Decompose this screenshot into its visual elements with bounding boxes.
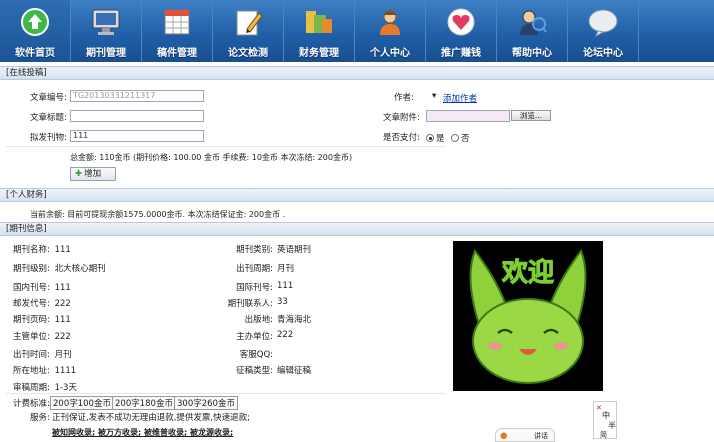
section-title: [个人财务]	[6, 190, 47, 200]
sponsor-label: 主办单位:	[236, 332, 273, 342]
contact-value: 33	[277, 297, 288, 307]
journal-name-row: 期刊名称: 111	[13, 245, 71, 255]
top-nav: 软件首页 期刊管理 稿件管理 论文检测 财务管理 个人中心 推广赚钱 帮助中心 …	[0, 0, 714, 62]
publish-cycle-label: 出刊周期:	[236, 264, 273, 274]
article-no-input[interactable]: TG20130331211317	[70, 90, 204, 102]
supervisor-row: 主管单位: 222	[13, 332, 71, 342]
call-type-label: 征稿类型:	[236, 366, 273, 376]
chat-icon: ●	[500, 431, 508, 441]
divider	[6, 393, 446, 394]
balance-text: 当前余额: 目前可提现余额1575.0000金币. 本次冻结保证金: 200金币…	[30, 210, 286, 219]
browse-button[interactable]: 浏览...	[511, 110, 551, 121]
journal-input[interactable]: 111	[70, 130, 204, 142]
nav-help[interactable]: 帮助中心	[497, 0, 568, 62]
section-submit-header: [在线投稿]	[0, 66, 714, 80]
attachment-label: 文章附件:	[383, 113, 420, 123]
computer-icon	[89, 7, 123, 37]
help-user-icon	[515, 7, 549, 37]
journal-category-value: 英语期刊	[277, 245, 312, 255]
nav-label: 个人中心	[370, 48, 410, 59]
author-label: 作者:	[394, 93, 414, 103]
journal-welcome-image: 欢迎	[453, 241, 603, 391]
fee-option[interactable]: 200字100金币	[50, 396, 114, 410]
fee-option[interactable]: 200字180金币	[112, 396, 176, 410]
nav-journal[interactable]: 期刊管理	[71, 0, 142, 62]
attachment-input[interactable]	[426, 110, 510, 122]
paid-no-radio[interactable]: 否	[451, 132, 470, 144]
nav-forum[interactable]: 论坛中心	[568, 0, 639, 62]
nav-label: 稿件管理	[157, 48, 197, 59]
floating-ad-widget[interactable]: ✕ 中 半 简	[593, 401, 617, 439]
float-text: 简	[600, 431, 607, 439]
money-icon	[302, 7, 336, 37]
nav-home[interactable]: 软件首页	[0, 0, 71, 62]
pencil-icon	[231, 7, 265, 37]
add-button[interactable]: ✚ 增加	[70, 167, 116, 181]
title-input[interactable]	[70, 110, 204, 122]
address-row: 所在地址: 1111	[13, 366, 77, 376]
article-no-label: 文章编号:	[30, 93, 67, 103]
divider	[6, 146, 446, 147]
nav-detect[interactable]: 论文检测	[213, 0, 284, 62]
domestic-issn-row: 国内刊号: 111	[13, 283, 71, 293]
section-finance-header: [个人财务]	[0, 188, 714, 202]
total-amount-text: 总金额: 110金币 (期刊价格: 100.00 金币 手续费: 10金币 本次…	[70, 153, 353, 162]
publish-place-label: 出版地:	[244, 315, 273, 325]
postal-code-row: 邮发代号: 222	[13, 299, 71, 309]
nav-label: 财务管理	[299, 48, 339, 59]
fee-label: 计费标准:	[13, 399, 50, 409]
service-qq-label: 客服QQ:	[239, 350, 273, 360]
intl-issn-label: 国际刊号:	[236, 283, 273, 293]
close-icon[interactable]: ✕	[596, 404, 602, 412]
title-label: 文章标题:	[30, 113, 67, 123]
nav-label: 帮助中心	[512, 48, 552, 59]
chat-bubble-icon	[586, 7, 620, 37]
call-type-value: 编辑征稿	[277, 366, 312, 376]
float-text: 半	[608, 421, 616, 430]
image-text: 欢迎	[501, 257, 554, 288]
index-text: 被知网收录; 被万方收录; 被维普收录; 被龙源收录;	[52, 428, 234, 437]
journal-label: 拟发刊物:	[30, 133, 67, 143]
plus-icon: ✚	[75, 169, 83, 179]
section-journal-header: [期刊信息]	[0, 222, 714, 236]
add-author-link[interactable]: 添加作者	[443, 92, 477, 104]
nav-manuscript[interactable]: 稿件管理	[142, 0, 213, 62]
intl-issn-value: 111	[277, 281, 294, 291]
page-no-row: 期刊页码: 111	[13, 315, 71, 325]
section-title: [在线投稿]	[6, 68, 47, 78]
section-title: [期刊信息]	[6, 224, 47, 234]
nav-label: 推广赚钱	[441, 48, 481, 59]
nav-promote[interactable]: 推广赚钱	[426, 0, 497, 62]
nav-label: 论文检测	[228, 48, 268, 59]
heart-icon	[444, 7, 478, 37]
nav-label: 论坛中心	[583, 48, 623, 59]
nav-personal[interactable]: 个人中心	[355, 0, 426, 62]
fee-option[interactable]: 300字260金币	[174, 396, 238, 410]
journal-category-label: 期刊类别:	[236, 245, 273, 255]
publish-place-value: 青海海北	[277, 315, 312, 325]
service-label: 服务:	[30, 413, 50, 423]
add-button-label: 增加	[84, 169, 102, 179]
service-text: 正刊保证,发表不成功无理由退款,提供发票,快速退款;	[52, 413, 250, 423]
publish-cycle-value: 月刊	[277, 264, 295, 274]
sponsor-value: 222	[277, 330, 294, 340]
author-dropdown-icon[interactable]: ▾	[432, 91, 436, 101]
review-period-row: 审稿周期: 1-3天	[13, 383, 77, 393]
journal-level-row: 期刊级别: 北大核心期刊	[13, 264, 106, 274]
publish-time-row: 出刊时间: 月刊	[13, 350, 72, 360]
user-icon	[373, 7, 407, 37]
paid-label: 是否支付:	[383, 133, 420, 143]
contact-label: 期刊联系人:	[227, 299, 273, 309]
nav-label: 期刊管理	[86, 48, 126, 59]
calendar-icon	[160, 7, 194, 37]
arrow-up-circle-icon	[18, 7, 52, 37]
nav-label: 软件首页	[15, 48, 55, 59]
floating-chat-tab[interactable]: ● 讲话	[495, 428, 555, 442]
float-tab-label: 讲话	[534, 432, 548, 440]
nav-finance[interactable]: 财务管理	[284, 0, 355, 62]
paid-yes-radio[interactable]: 是	[426, 132, 445, 144]
